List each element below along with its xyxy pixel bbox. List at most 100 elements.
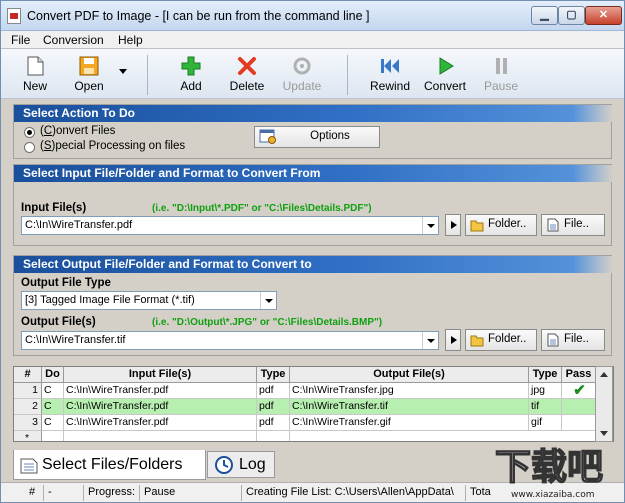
convert-files-label[interactable]: (C)onvert Files — [40, 125, 115, 137]
input-go-button[interactable] — [445, 214, 461, 236]
row-input-type: pdf — [257, 383, 290, 399]
col-header-input[interactable]: Input File(s) — [64, 367, 257, 383]
output-folder-label: Folder.. — [488, 333, 527, 345]
row-number: 2 — [14, 399, 42, 415]
output-panel: Select Output File/Folder and Format to … — [13, 255, 613, 356]
row-output-type: tif — [529, 399, 562, 415]
options-settings-icon — [259, 129, 277, 145]
output-files-label: Output File(s) — [21, 316, 96, 328]
row-input-type: pdf — [257, 415, 290, 431]
chevron-down-icon[interactable] — [260, 292, 276, 309]
close-button[interactable]: ✕ — [585, 6, 622, 25]
status-total: Tota — [465, 485, 495, 501]
grid-vertical-scrollbar[interactable] — [595, 366, 613, 442]
rewind-button[interactable]: Rewind — [366, 53, 414, 97]
row-output: C:\In\WireTransfer.jpg — [290, 383, 529, 399]
input-header: Select Input File/Folder and Format to C… — [14, 165, 613, 182]
row-do: C — [42, 415, 64, 431]
row-output: C:\In\WireTransfer.gif — [290, 415, 529, 431]
options-label: Options — [310, 130, 350, 142]
col-header-output[interactable]: Output File(s) — [290, 367, 529, 383]
row-output-type: jpg — [529, 383, 562, 399]
files-tab-icon — [19, 455, 39, 475]
new-button[interactable]: New — [11, 53, 59, 97]
options-button[interactable]: Options — [254, 126, 380, 148]
output-file-button[interactable]: File.. — [541, 329, 605, 351]
row-input-type: pdf — [257, 399, 290, 415]
tab-log[interactable]: Log — [207, 451, 275, 478]
chevron-down-icon[interactable] — [422, 332, 438, 349]
col-header-pass[interactable]: Pass — [562, 367, 596, 383]
menu-help[interactable]: Help — [118, 33, 143, 47]
col-header-do[interactable]: Do — [42, 367, 64, 383]
convert-files-radio[interactable] — [24, 127, 35, 138]
update-gear-icon — [291, 55, 313, 77]
delete-label: Delete — [229, 79, 265, 93]
window-title: Convert PDF to Image - [I can be run fro… — [27, 9, 370, 23]
folder-icon — [470, 218, 484, 232]
input-folder-button[interactable]: Folder.. — [465, 214, 537, 236]
file-icon — [546, 333, 560, 347]
output-folder-button[interactable]: Folder.. — [465, 329, 537, 351]
row-pass — [562, 415, 596, 431]
col-header-input-type[interactable]: Type — [257, 367, 290, 383]
chevron-down-icon[interactable] — [422, 217, 438, 234]
status-state: Pause — [139, 485, 239, 501]
tab-select-files-folders[interactable]: Select Files/Folders — [13, 450, 206, 480]
plus-icon — [180, 55, 202, 77]
output-file-label: File.. — [564, 333, 589, 345]
row-do: C — [42, 399, 64, 415]
output-files-combo[interactable]: C:\In\WireTransfer.tif — [21, 331, 439, 350]
status-creating: Creating File List: C:\Users\Allen\AppDa… — [241, 485, 463, 501]
special-processing-radio[interactable] — [24, 142, 35, 153]
input-files-combo[interactable]: C:\In\WireTransfer.pdf — [21, 216, 439, 235]
pause-label: Pause — [483, 79, 519, 93]
row-number: 3 — [14, 415, 42, 431]
add-button[interactable]: Add — [167, 53, 215, 97]
row-input-type — [257, 431, 290, 441]
row-output-type: gif — [529, 415, 562, 431]
convert-button[interactable]: Convert — [421, 53, 469, 97]
scroll-down-icon[interactable] — [600, 431, 608, 436]
menu-file[interactable]: File — [11, 33, 30, 47]
output-go-button[interactable] — [445, 329, 461, 351]
minimize-button[interactable]: ▁ — [531, 6, 558, 25]
open-dropdown-arrow-icon[interactable] — [119, 69, 127, 74]
output-type-select[interactable]: [3] Tagged Image File Format (*.tif) — [21, 291, 277, 310]
file-list-grid[interactable]: # Do Input File(s) Type Output File(s) T… — [13, 366, 614, 442]
delete-button[interactable]: Delete — [223, 53, 271, 97]
status-bar: # - Progress: Pause Creating File List: … — [1, 482, 624, 502]
toolbar: New Open Add Delete Update Rewind Conver… — [1, 49, 624, 99]
input-files-label: Input File(s) — [21, 202, 87, 214]
col-header-num[interactable]: # — [14, 367, 42, 383]
output-header: Select Output File/Folder and Format to … — [14, 256, 613, 273]
scroll-up-icon[interactable] — [600, 372, 608, 377]
status-dash: - — [43, 485, 79, 501]
add-label: Add — [180, 79, 202, 93]
log-tab-label: Log — [239, 456, 266, 473]
output-type-label: Output File Type — [21, 277, 111, 289]
rewind-label: Rewind — [369, 79, 411, 93]
title-bar: Convert PDF to Image - [I can be run fro… — [1, 1, 624, 31]
row-do — [42, 431, 64, 441]
input-file-label: File.. — [564, 218, 589, 230]
menu-conversion[interactable]: Conversion — [43, 33, 104, 47]
maximize-button[interactable]: ▢ — [558, 6, 585, 25]
output-type-value: [3] Tagged Image File Format (*.tif) — [25, 294, 195, 306]
status-progress-label: Progress: — [83, 485, 135, 501]
output-hint: (i.e. "D:\Output\*.JPG" or "C:\Files\Det… — [152, 317, 383, 328]
update-button[interactable]: Update — [278, 53, 326, 97]
input-folder-label: Folder.. — [488, 218, 527, 230]
special-processing-label[interactable]: (S)pecial Processing on files — [40, 140, 185, 152]
action-header: Select Action To Do — [14, 105, 613, 122]
open-button[interactable]: Open — [65, 53, 113, 97]
status-num: # — [28, 486, 36, 498]
row-input: C:\In\WireTransfer.pdf — [64, 383, 257, 399]
menu-bar: File Conversion Help — [1, 31, 624, 49]
row-input — [64, 431, 257, 441]
input-file-button[interactable]: File.. — [541, 214, 605, 236]
pause-button[interactable]: Pause — [477, 53, 525, 97]
col-header-output-type[interactable]: Type — [529, 367, 562, 383]
input-files-value: C:\In\WireTransfer.pdf — [25, 219, 133, 231]
toolbar-separator — [347, 55, 348, 95]
